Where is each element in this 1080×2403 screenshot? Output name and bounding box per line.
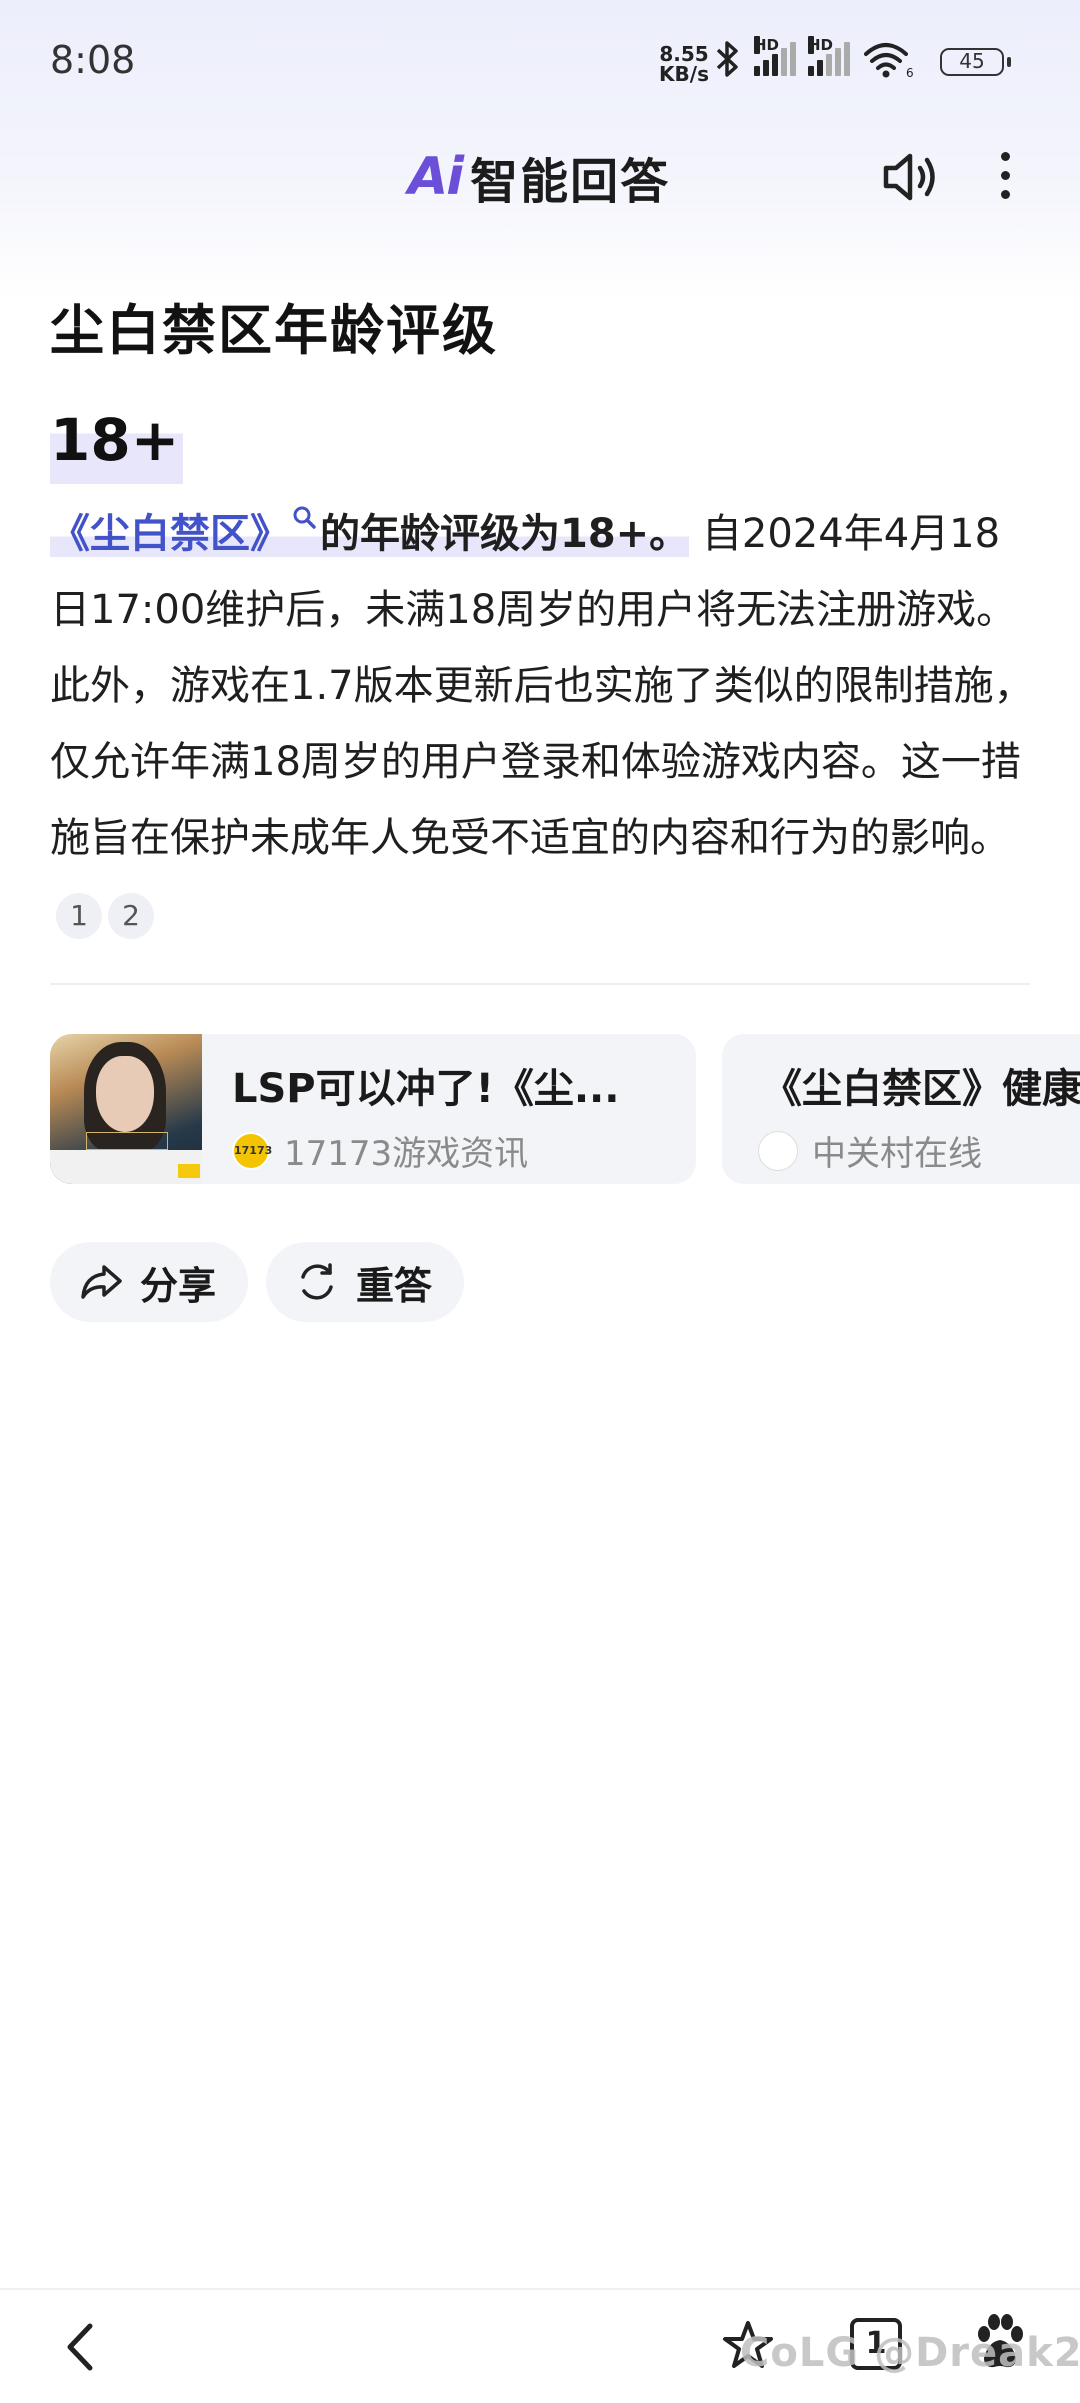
- share-icon: [81, 1265, 122, 1299]
- header-title-text: 智能回答: [470, 154, 671, 210]
- watermark: CoLG @Dreak253: [740, 2330, 1080, 2376]
- source-title: 《尘白禁区》健康: [762, 1066, 1080, 1112]
- question-title: 尘白禁区年龄评级: [50, 299, 498, 362]
- source-cards: LSP可以冲了!《尘... 17173 17173游戏资讯 《尘白禁区》健康 中…: [50, 1034, 1080, 1184]
- share-button[interactable]: 分享: [50, 1242, 249, 1322]
- wifi-icon: 6: [864, 43, 914, 78]
- cell-signal-1-icon: HD: [754, 36, 796, 76]
- divider: [50, 983, 1030, 985]
- cell-signal-2-icon: HD: [808, 36, 850, 76]
- ai-logo: Ai: [408, 147, 464, 207]
- citation-2[interactable]: 2: [108, 893, 154, 939]
- source-title: LSP可以冲了!《尘...: [232, 1066, 620, 1112]
- answer-summary: 的年龄评级为18+。: [320, 511, 690, 557]
- source-publisher: 17173 17173游戏资讯: [232, 1126, 528, 1175]
- page-title: Ai 智能回答: [408, 142, 670, 212]
- source-publisher: 中关村在线: [758, 1126, 982, 1175]
- network-speed: 8.55 KB/s: [659, 42, 709, 86]
- answer-actions: 分享 重答: [50, 1242, 465, 1322]
- battery-indicator: 45: [940, 48, 1011, 76]
- more-vertical-icon[interactable]: [990, 146, 1020, 208]
- answer-highlight: 18+: [50, 400, 184, 484]
- speaker-icon[interactable]: [880, 146, 942, 208]
- source-thumbnail: [50, 1034, 202, 1184]
- game-link[interactable]: 《尘白禁区》: [50, 506, 320, 557]
- source-card[interactable]: 《尘白禁区》健康 中关村在线: [722, 1034, 1080, 1184]
- back-icon[interactable]: [56, 2312, 106, 2382]
- publisher-logo-icon: [758, 1130, 798, 1171]
- citation-1[interactable]: 1: [56, 893, 102, 939]
- answer-body: 《尘白禁区》 的年龄评级为18+。 自2024年4月18日17:00维护后，未满1…: [50, 496, 1040, 952]
- answer-detail: 自2024年4月18日17:00维护后，未满18周岁的用户将无法注册游戏。此外，…: [50, 511, 1034, 861]
- publisher-logo-icon: 17173: [232, 1131, 272, 1170]
- status-bar: 8:08 8.55 KB/s HD HD 6 45: [0, 0, 1080, 120]
- bluetooth-icon: [716, 41, 738, 77]
- bottom-nav-divider: [0, 2288, 1080, 2290]
- status-time: 8:08: [50, 38, 136, 82]
- status-icons: HD HD 6: [712, 36, 914, 78]
- screen: { "status_bar": { "time": "8:08", "net_s…: [0, 0, 1080, 2403]
- search-icon[interactable]: [290, 503, 320, 533]
- regenerate-button[interactable]: 重答: [266, 1242, 465, 1322]
- source-card[interactable]: LSP可以冲了!《尘... 17173 17173游戏资讯: [50, 1034, 696, 1184]
- refresh-icon: [301, 1263, 333, 1300]
- svg-text:6: 6: [906, 66, 914, 78]
